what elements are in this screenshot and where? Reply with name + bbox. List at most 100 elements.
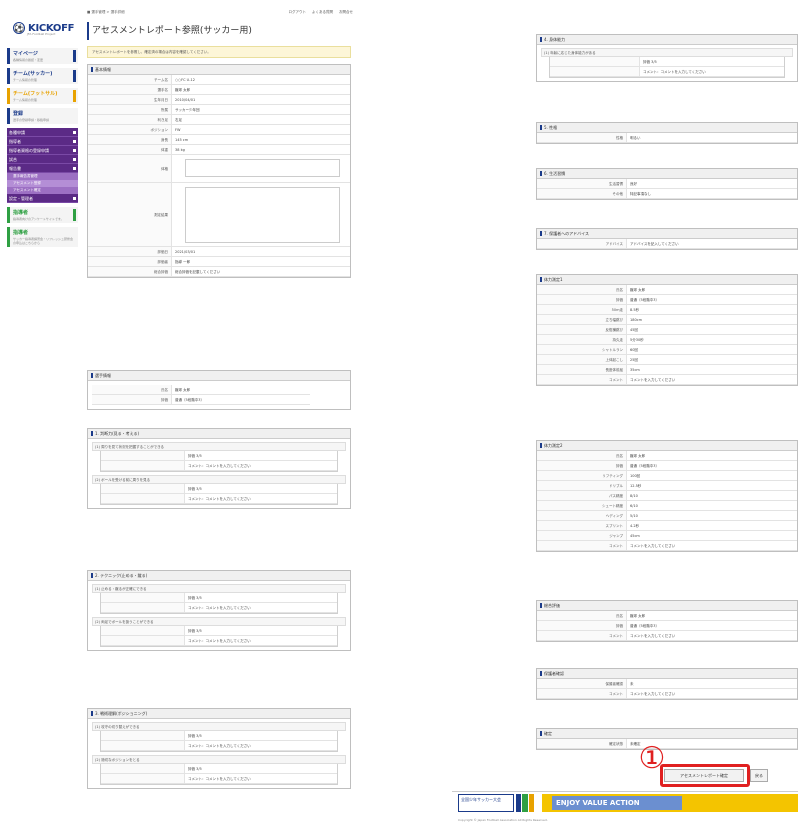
kv-value: コメントを入力してください (630, 634, 676, 638)
logout-link[interactable]: ログアウト (289, 10, 307, 15)
page: ⚽ KICKOFF JFA Football Project マイページ 各種情… (0, 0, 798, 832)
kv-value: 45回 (630, 328, 638, 332)
panel-header: 4. 身体能力 (537, 35, 797, 45)
kv-key: 身長 (88, 135, 172, 144)
menu-item[interactable]: 報告書 (7, 164, 78, 173)
kv-key: リフティング (537, 471, 627, 480)
physical2-panel: 体力測定2 氏名 蹴球 太郎 評価 普通（5段階中3） リフティング 100回 ドリブル 12… (536, 440, 798, 552)
menu-item[interactable]: 指導者 (7, 137, 78, 146)
submenu-item-active[interactable]: アセスメント登録 (7, 180, 78, 187)
sidebar-team-futsal[interactable]: チーム(フットサル) チーム情報の管理 (7, 88, 78, 104)
question-title: (2) 両足でボールを扱うことができる (92, 617, 346, 626)
panel-header: 体力測定2 (537, 441, 797, 451)
kv-value: 5分30秒 (630, 338, 644, 342)
question-block: (2) 適切なポジションをとる 評価 3/5 コメント：コメントを入力してください (92, 755, 346, 785)
question-title: (1) 周りを見て状況を把握することができる (92, 442, 346, 451)
menu-item[interactable]: 指導者資格の登録申請 (7, 146, 78, 155)
kv-key (101, 636, 185, 645)
sidebar-mypage[interactable]: マイページ 各種情報の確認・変更 (7, 48, 78, 64)
kv-value: 8.5秒 (630, 308, 640, 312)
kv-key: 氏名 (537, 611, 627, 620)
kv-row: 50m走 8.5秒 (537, 305, 797, 315)
kv-key: コメント (537, 375, 627, 384)
sidebar-team[interactable]: チーム(サッカー) チーム情報の管理 (7, 68, 78, 84)
kv-key (101, 774, 185, 783)
sidebar-coach-2[interactable]: 指導者 サッカー指導者講習会・リフレッシュ研修会の申込はこちらから (7, 227, 78, 247)
sidebar-accent-bar (73, 50, 76, 62)
kv-key: 評価者 (88, 257, 172, 266)
kv-value: 60回 (630, 348, 638, 352)
menu-item[interactable]: 各種申請 (7, 128, 78, 137)
kv-key: 利き足 (88, 115, 172, 124)
kv-value: 145 cm (175, 138, 189, 142)
sidebar-team-sub: チーム情報の管理 (13, 78, 37, 82)
panel-header: 保護者確認 (537, 669, 797, 679)
inner-table (185, 187, 340, 243)
menu-item[interactable]: 試合 (7, 155, 78, 164)
kv-key: 評価 (537, 461, 627, 470)
kv-key: チーム名 (88, 75, 172, 84)
kv-key: 総合評価 (88, 267, 172, 276)
kv-row: 身長 145 cm (88, 135, 350, 145)
sidebar-menu: 各種申請 指導者 指導者資格の登録申請 試合 報告書 選手報告書管理 アセスメン… (7, 128, 78, 203)
panel-header: 確定 (537, 729, 797, 739)
kv-key: 持久走 (537, 335, 627, 344)
kv-row: シャトルラン 60回 (537, 345, 797, 355)
kv-row: コメント：コメントを入力してください (101, 494, 337, 504)
question-title: (1) 年齢に応じた身体能力がある (541, 48, 793, 57)
question-answer: 評価 3/5 コメント：コメントを入力してください (100, 593, 338, 614)
score: 評価 3/5 (188, 629, 202, 633)
question-answer: 評価 3/5 コメント：コメントを入力してください (100, 451, 338, 472)
score: 評価 3/5 (188, 454, 202, 458)
kv-key: スプリント (537, 521, 627, 530)
sidebar-futsal-sub: チーム情報の管理 (13, 98, 37, 102)
kv-row: シュート精度 6/10 (537, 501, 797, 511)
kv-value: 8/10 (630, 494, 638, 498)
menu-item[interactable]: 設定・管理者 (7, 194, 78, 203)
physical1-panel: 体力測定1 氏名 蹴球 太郎 評価 普通（5段階中3） 50m走 8.5秒 立ち幅跳び 180… (536, 274, 798, 386)
sidebar-coach-sub: 指導者向けのアンケートサイトです。 (13, 217, 64, 221)
kv-row: 評価 普通（5段階中3） (537, 295, 797, 305)
sidebar: マイページ 各種情報の確認・変更 チーム(サッカー) チーム情報の管理 チーム(… (7, 48, 78, 247)
kv-row: 氏名 蹴球 太郎 (537, 285, 797, 295)
faq-link[interactable]: よくある質問 (312, 10, 333, 15)
back-button[interactable]: 戻る (750, 769, 768, 782)
kv-row: 氏名 蹴球 太郎 (537, 451, 797, 461)
kv-value: 特記事項なし (630, 192, 651, 196)
submenu-item[interactable]: 選手報告書管理 (7, 173, 78, 180)
kv-key: コメント (537, 689, 627, 698)
kv-row: スプリント 4.2秒 (537, 521, 797, 531)
section1-panel: 1. 判断力(見る・考える) (1) 周りを見て状況を把握することができる 評価 … (87, 428, 351, 509)
kv-key: コメント (537, 631, 627, 640)
kv-key: ヘディング (537, 511, 627, 520)
kv-key: 生年月日 (88, 95, 172, 104)
top-nav: ■ 選手管理 > 選手詳細 ログアウト よくある質問 お問合せ (87, 10, 357, 20)
basic-info-panel: 基本情報 チーム名 ○○FC U-12 選手名 蹴球 太郎 生年月日 2010/04/01… (87, 64, 351, 278)
kv-value: 5/10 (630, 514, 638, 518)
comment: コメント：コメントを入力してください (188, 497, 251, 501)
kv-key: 評価 (537, 295, 627, 304)
overall-panel: 総合評価 氏名 蹴球 太郎 評価 普通（5段階中3） コメント コメントを入力してください (536, 600, 798, 642)
overall-rows: 氏名 蹴球 太郎 評価 普通（5段階中3） コメント コメントを入力してください (537, 611, 797, 641)
sidebar-coach-1[interactable]: 指導者 指導者向けのアンケートサイトです。 (7, 207, 78, 223)
kv-row: 評価 3/5 (550, 57, 784, 67)
footer-banner-tournament[interactable]: 全国少年サッカー大会 (458, 794, 514, 812)
kv-key (101, 626, 185, 635)
kv-value: 6/10 (630, 504, 638, 508)
kv-row: 評価 3/5 (101, 626, 337, 636)
kv-value: 2021/03/01 (175, 250, 196, 254)
footer-banner-enjoy[interactable]: ENJOY VALUE ACTION (542, 794, 798, 812)
submenu-item[interactable]: アセスメント確定 (7, 187, 78, 194)
guardian-rows: 保護者確認未コメント コメントを入力してください (537, 679, 797, 699)
question-block: (2) ボールを受ける前に周りを見る 評価 3/5 コメント：コメントを入力してくだ… (92, 475, 346, 505)
question-answer: 評価 3/5 コメント：コメントを入力してください (549, 57, 785, 78)
kv-row: 評価日 2021/03/01 (88, 247, 350, 257)
kv-key: 長座体前屈 (537, 365, 627, 374)
guardian-panel: 保護者確認 保護者確認未コメント コメントを入力してください (536, 668, 798, 700)
sidebar-register[interactable]: 登録 選手の登録申請・移籍申請 (7, 108, 78, 124)
kv-value: 普通（5段階中3） (630, 624, 659, 628)
kv-value: 蹴球 太郎 (630, 614, 646, 618)
sidebar-mypage-title: マイページ (13, 51, 38, 57)
contact-link[interactable]: お問合せ (339, 10, 353, 15)
kv-key (101, 731, 185, 740)
